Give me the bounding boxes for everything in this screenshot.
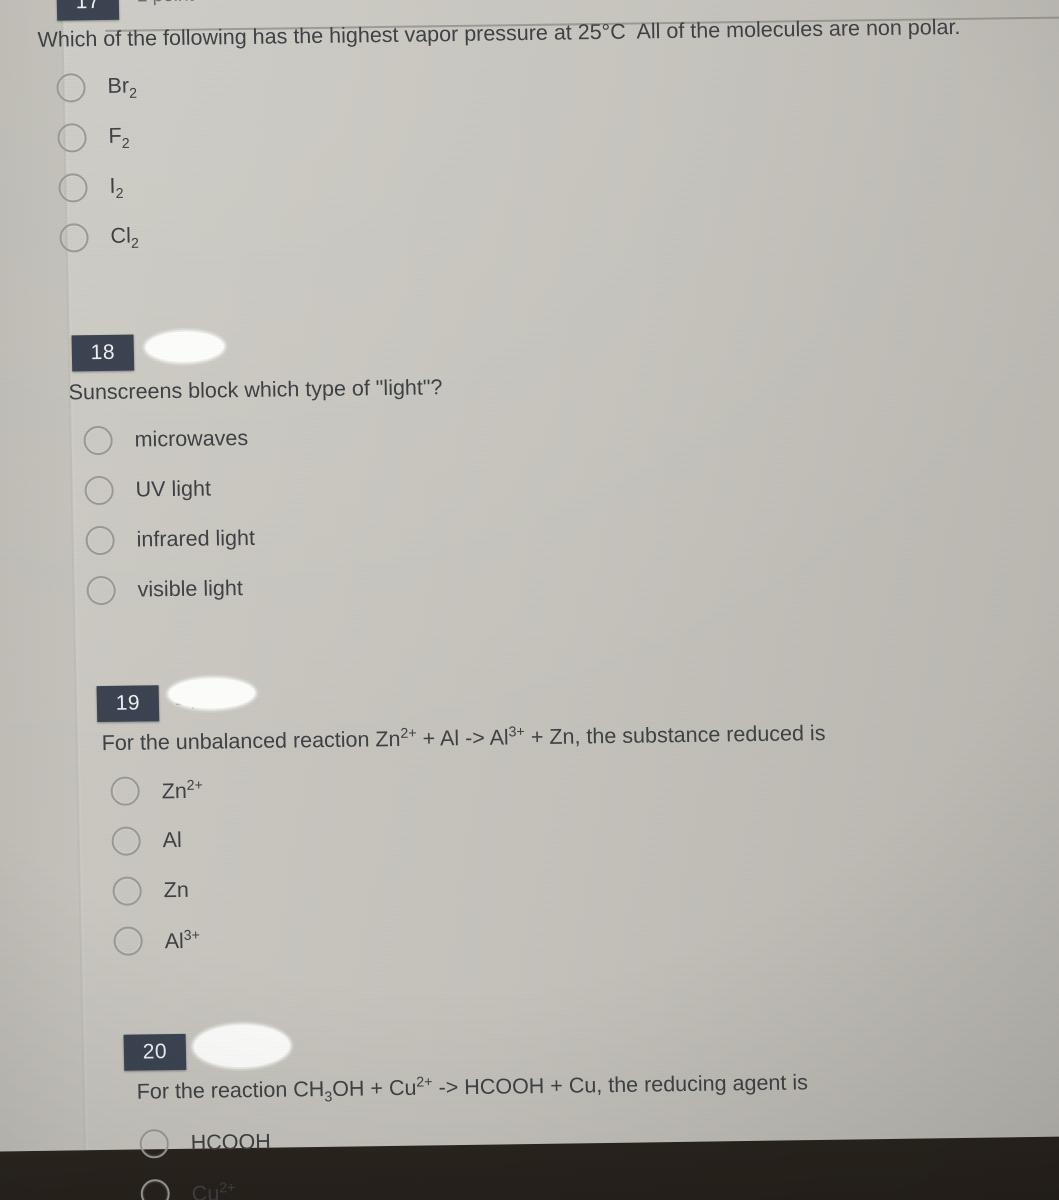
option-label: Cl2 bbox=[110, 223, 140, 252]
question-number-badge-19: 19 bbox=[96, 684, 160, 722]
question-block-19: 19 1 point For the unbalanced reaction Z… bbox=[96, 672, 1059, 967]
option-list-18: microwaves UV light infrared light visib… bbox=[83, 402, 1059, 616]
option-label: Br2 bbox=[107, 73, 138, 102]
question-block-18: 18 1 point Sunscreens block which type o… bbox=[68, 321, 1059, 616]
option-label: HCOOH bbox=[190, 1130, 272, 1156]
radio-button-icon[interactable] bbox=[112, 876, 142, 907]
redaction-blob bbox=[168, 677, 256, 709]
option-label: Zn2+ bbox=[161, 777, 204, 804]
option-list-19: Zn2+ Al Zn Al3+ bbox=[110, 753, 1059, 967]
radio-button-icon[interactable] bbox=[85, 526, 115, 556]
option-list-20: HCOOH Cu2+ Cu CH3OH bbox=[139, 1106, 1059, 1200]
radio-button-icon[interactable] bbox=[59, 223, 89, 253]
question-number-badge-20: 20 bbox=[123, 1033, 187, 1071]
radio-button-icon[interactable] bbox=[56, 73, 86, 103]
photographed-screen-scene: 17 1 point Which of the following has th… bbox=[0, 0, 1059, 1200]
question-block-20: 20 1 point For the reaction CH3OH + Cu2+… bbox=[123, 1021, 1059, 1200]
option-label: F2 bbox=[108, 123, 130, 152]
question-points-17: 1 point bbox=[137, 0, 194, 7]
radio-button-icon[interactable] bbox=[140, 1179, 171, 1200]
radio-button-icon[interactable] bbox=[111, 826, 141, 857]
radio-button-icon[interactable] bbox=[113, 926, 143, 957]
option-label: visible light bbox=[137, 576, 244, 602]
radio-button-icon[interactable] bbox=[84, 476, 114, 506]
option-label: Zn bbox=[163, 878, 190, 903]
question-number-badge-18: 18 bbox=[71, 334, 135, 372]
quiz-screen-surface: 17 1 point Which of the following has th… bbox=[0, 0, 1059, 1200]
radio-button-icon[interactable] bbox=[139, 1129, 170, 1159]
option-list-17: Br2 F2 I2 Cl2 bbox=[56, 49, 1059, 264]
quiz-content: 17 1 point Which of the following has th… bbox=[37, 0, 1059, 1200]
radio-button-icon[interactable] bbox=[110, 776, 140, 807]
option-label: Al bbox=[162, 828, 183, 853]
redaction-blob bbox=[145, 331, 225, 363]
option-label: infrared light bbox=[136, 526, 256, 552]
radio-button-icon[interactable] bbox=[86, 576, 116, 606]
question-number-badge-17: 17 bbox=[56, 0, 120, 21]
option-label: I2 bbox=[109, 173, 124, 202]
option-label: microwaves bbox=[134, 426, 249, 452]
radio-button-icon[interactable] bbox=[83, 426, 113, 456]
question-block-17: 17 1 point Which of the following has th… bbox=[37, 0, 1059, 264]
option-label: UV light bbox=[135, 476, 212, 502]
radio-button-icon[interactable] bbox=[58, 173, 88, 203]
option-label: Cu2+ bbox=[191, 1180, 236, 1200]
redaction-blob bbox=[193, 1024, 291, 1068]
radio-button-icon[interactable] bbox=[57, 123, 87, 153]
option-label: Al3+ bbox=[164, 927, 201, 953]
